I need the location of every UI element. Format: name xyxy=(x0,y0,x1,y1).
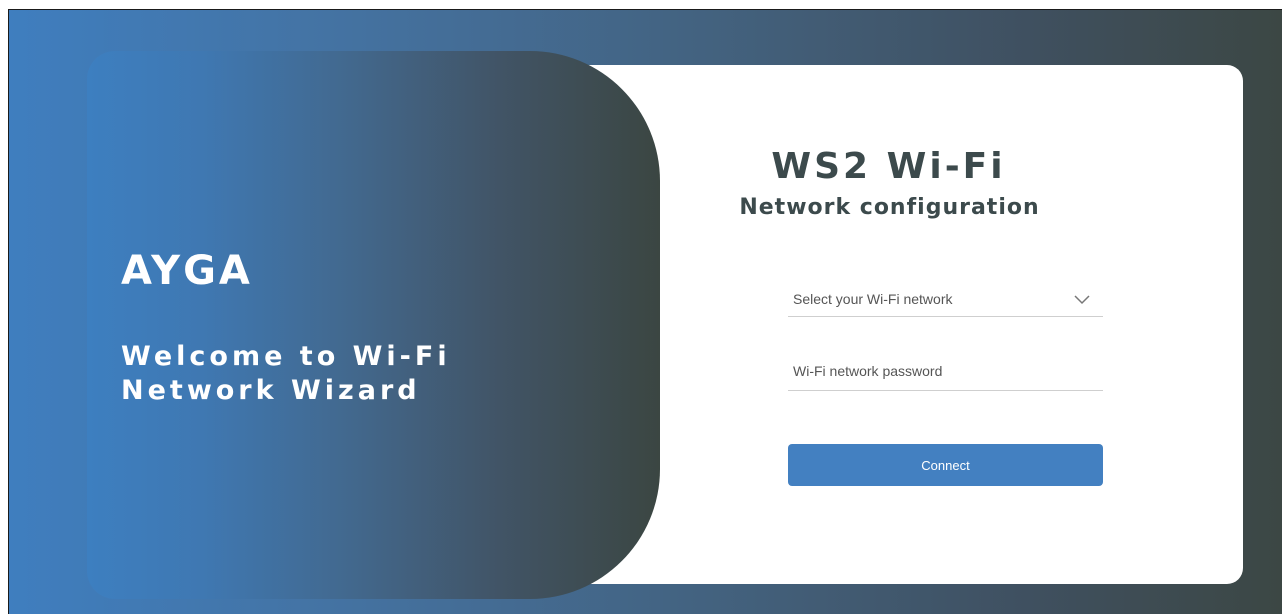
welcome-line-1: Welcome to Wi-Fi xyxy=(121,341,451,372)
connect-button[interactable]: Connect xyxy=(788,444,1103,486)
network-select-label: Select your Wi-Fi network xyxy=(793,290,953,307)
network-select[interactable]: Select your Wi-Fi network xyxy=(788,281,1103,317)
password-input[interactable] xyxy=(788,351,1103,391)
chevron-down-icon xyxy=(1074,294,1090,304)
welcome-line-2: Network Wizard xyxy=(121,375,421,406)
brand-logo-text: AYGA xyxy=(121,248,253,294)
page-background: WS2 Wi-Fi Network configuration Select y… xyxy=(8,9,1282,614)
welcome-panel xyxy=(87,51,660,599)
welcome-heading: Welcome to Wi-Fi Network Wizard xyxy=(121,340,451,408)
